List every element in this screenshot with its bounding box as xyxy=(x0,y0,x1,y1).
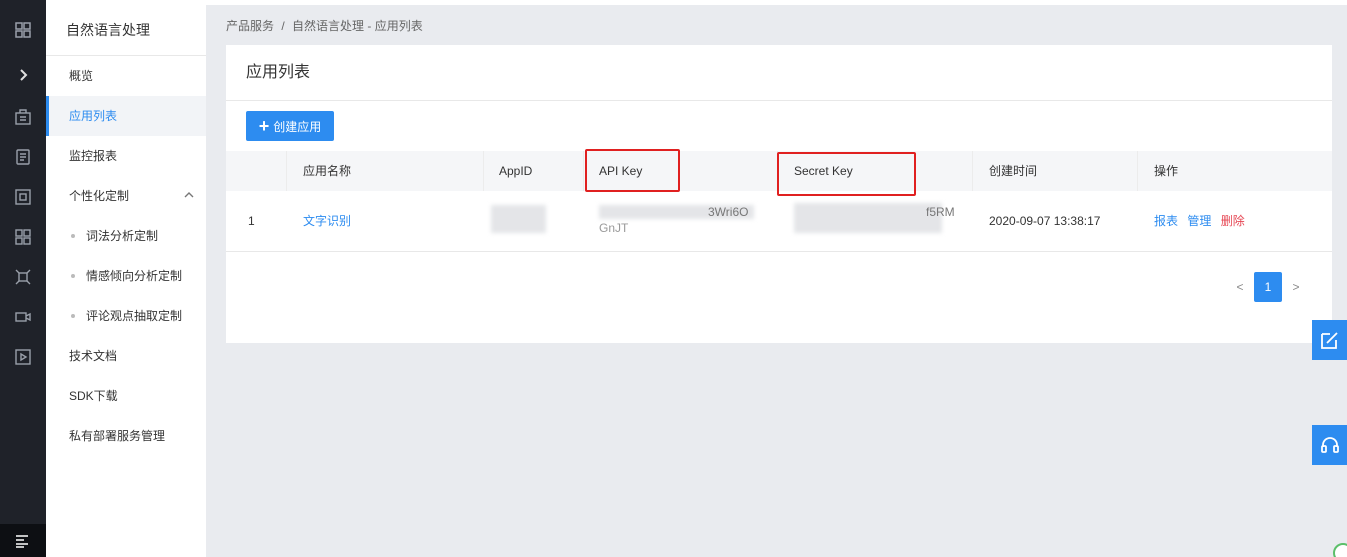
table-row: 1 文字识别 3Wri6O GnJT f5RM 2020-09-07 13:38… xyxy=(226,191,1332,252)
bullet-icon xyxy=(71,314,75,318)
edit-icon xyxy=(1320,332,1338,349)
sidebar-item-label: 情感倾向分析定制 xyxy=(86,269,183,283)
sidebar-item-sdk[interactable]: SDK下载 xyxy=(46,376,206,416)
clipboard-icon[interactable] xyxy=(0,137,46,177)
sidebar-item-label: 评论观点抽取定制 xyxy=(86,309,183,323)
delete-link[interactable]: 删除 xyxy=(1221,214,1245,228)
headset-icon xyxy=(1320,437,1339,453)
video-icon[interactable] xyxy=(0,297,46,337)
sidebar-item-private-deploy[interactable]: 私有部署服务管理 xyxy=(46,416,206,456)
created-time: 2020-09-07 13:38:17 xyxy=(989,214,1101,228)
api-key-fragment: 3Wri6O xyxy=(708,205,749,219)
sidebar-item-app-list[interactable]: 应用列表 xyxy=(46,96,206,136)
sidebar-item-overview[interactable]: 概览 xyxy=(46,56,206,96)
column-divider xyxy=(972,151,973,191)
sidebar-item-lexical[interactable]: 词法分析定制 xyxy=(46,216,206,256)
column-header-appid: AppID xyxy=(499,164,533,178)
breadcrumb: 产品服务 / 自然语言处理 - 应用列表 xyxy=(226,17,423,34)
sidebar-item-sentiment[interactable]: 情感倾向分析定制 xyxy=(46,256,206,296)
column-divider xyxy=(286,151,287,191)
app-name-link[interactable]: 文字识别 xyxy=(303,191,351,252)
redacted-appid xyxy=(491,205,546,233)
bullet-icon xyxy=(71,234,75,238)
api-key-highlight-box xyxy=(585,149,680,192)
column-divider xyxy=(483,151,484,191)
breadcrumb-root[interactable]: 产品服务 xyxy=(226,19,274,33)
row-index: 1 xyxy=(248,214,255,228)
prev-page-button[interactable]: < xyxy=(1226,272,1254,302)
column-header-actions: 操作 xyxy=(1154,164,1179,178)
top-strip xyxy=(206,0,1347,5)
menu-icon[interactable] xyxy=(0,524,46,557)
page-title: 应用列表 xyxy=(226,45,1332,101)
plus-icon: + xyxy=(258,116,270,136)
report-link[interactable]: 报表 xyxy=(1154,214,1178,228)
manage-link[interactable]: 管理 xyxy=(1187,214,1211,228)
nodes-icon[interactable] xyxy=(0,257,46,297)
building-icon[interactable] xyxy=(0,97,46,137)
page-1-button[interactable]: 1 xyxy=(1254,272,1282,302)
column-divider xyxy=(1137,151,1138,191)
column-header-name: 应用名称 xyxy=(303,164,352,178)
sidebar: 自然语言处理 概览 应用列表 监控报表 个性化定制 词法分析定制 情感倾向分析定… xyxy=(46,0,206,557)
sidebar-item-customize[interactable]: 个性化定制 xyxy=(46,176,206,216)
icon-rail xyxy=(0,0,46,557)
create-app-label: 创建应用 xyxy=(273,119,322,134)
sidebar-item-opinion[interactable]: 评论观点抽取定制 xyxy=(46,296,206,336)
assistant-badge-icon[interactable] xyxy=(1333,543,1347,557)
breadcrumb-separator: / xyxy=(281,19,285,33)
feedback-edit-button[interactable] xyxy=(1312,320,1347,360)
column-divider xyxy=(583,151,584,191)
chevron-up-icon xyxy=(184,176,194,216)
redacted-secret-key xyxy=(794,203,942,233)
apps-icon[interactable] xyxy=(0,217,46,257)
create-app-button[interactable]: + 创建应用 xyxy=(246,111,334,141)
grid-icon[interactable] xyxy=(0,10,46,50)
sidebar-title: 自然语言处理 xyxy=(46,0,206,56)
secret-key-fragment: f5RM xyxy=(926,205,955,219)
sidebar-item-label: 词法分析定制 xyxy=(86,229,159,243)
next-page-button[interactable]: > xyxy=(1282,272,1310,302)
breadcrumb-current: 自然语言处理 - 应用列表 xyxy=(292,19,423,33)
pagination: < 1 > xyxy=(1226,272,1310,302)
app-list-card: 应用列表 + 创建应用 应用名称 AppID API Key Secret Ke… xyxy=(226,45,1332,343)
customer-service-button[interactable] xyxy=(1312,425,1347,465)
row-actions: 报表 管理 删除 xyxy=(1154,191,1245,252)
chevron-right-icon[interactable] xyxy=(0,55,46,95)
play-icon[interactable] xyxy=(0,337,46,377)
api-key-fragment-2: GnJT xyxy=(599,221,629,235)
sidebar-item-label: 个性化定制 xyxy=(69,189,130,203)
sidebar-item-docs[interactable]: 技术文档 xyxy=(46,336,206,376)
column-header-created: 创建时间 xyxy=(989,164,1038,178)
sidebar-item-monitor[interactable]: 监控报表 xyxy=(46,136,206,176)
bullet-icon xyxy=(71,274,75,278)
frame-icon[interactable] xyxy=(0,177,46,217)
secret-key-highlight-box xyxy=(777,152,916,196)
